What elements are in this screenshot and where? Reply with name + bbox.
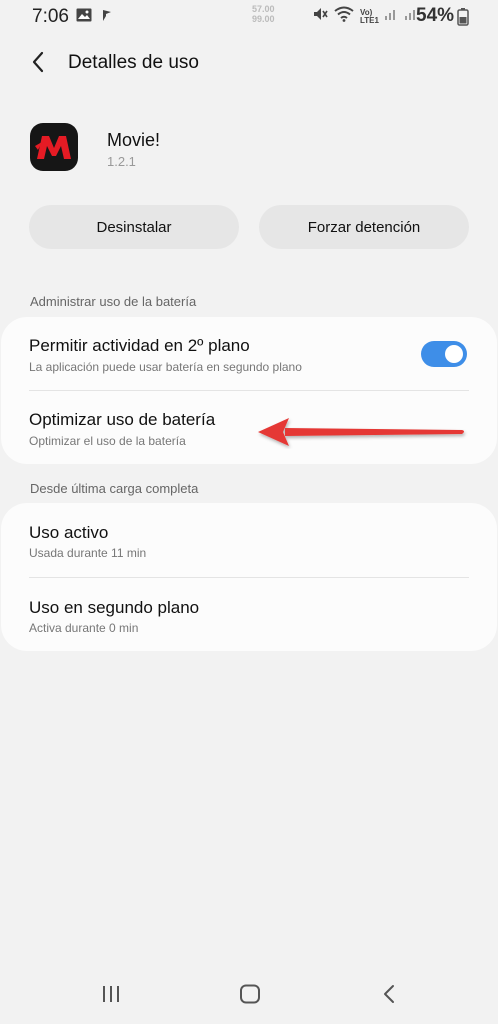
battery-percent: 54% — [416, 5, 455, 26]
home-icon — [239, 984, 261, 1009]
header: Detalles de uso — [0, 40, 498, 88]
signal-icon — [384, 7, 398, 26]
recents-icon — [101, 985, 121, 1008]
force-stop-button[interactable]: Forzar detención — [259, 205, 469, 249]
optimize-battery-title: Optimizar uso de batería — [29, 410, 216, 429]
background-usage-title: Uso en segundo plano — [29, 598, 200, 617]
app-name: Movie! — [107, 130, 161, 150]
uninstall-button[interactable]: Desinstalar — [29, 205, 239, 249]
recents-button[interactable] — [91, 982, 131, 1010]
wifi-icon — [334, 6, 354, 27]
toggle-knob — [443, 343, 465, 365]
network-speed: 57.00 99.00 — [252, 4, 275, 24]
background-usage-row[interactable]: Uso en segundo plano Activa durante 0 mi… — [1, 578, 497, 651]
status-right-icons: Vo) LTE1 — [312, 6, 418, 27]
navigation-bar — [0, 970, 498, 1024]
screen: 7:06 57.00 99.00 Vo) LTE1 54% Detalles d… — [0, 0, 498, 1024]
background-activity-subtitle: La aplicación puede usar batería en segu… — [29, 360, 302, 374]
optimize-battery-subtitle: Optimizar el uso de la batería — [29, 434, 186, 448]
background-activity-title: Permitir actividad en 2º plano — [29, 336, 250, 355]
active-usage-subtitle: Usada durante 11 min — [29, 546, 147, 560]
active-usage-row[interactable]: Uso activo Usada durante 11 min — [1, 503, 497, 576]
active-usage-title: Uso activo — [29, 523, 109, 542]
status-bar: 7:06 57.00 99.00 Vo) LTE1 54% — [0, 0, 498, 34]
usage-card: Uso activo Usada durante 11 min Uso en s… — [1, 503, 497, 651]
back-button[interactable] — [22, 50, 54, 78]
background-activity-row[interactable]: Permitir actividad en 2º plano La aplica… — [1, 317, 497, 390]
status-time: 7:06 — [32, 6, 69, 27]
red-arrow-annotation — [255, 415, 470, 454]
gallery-icon — [76, 8, 92, 27]
background-activity-toggle[interactable] — [421, 341, 467, 367]
speed-up: 57.00 — [252, 4, 275, 14]
flag-icon — [100, 8, 114, 27]
battery-section-label: Administrar uso de la batería — [30, 294, 197, 309]
home-button[interactable] — [230, 982, 270, 1010]
speed-down: 99.00 — [252, 14, 275, 24]
volte-label: Vo) LTE1 — [360, 7, 379, 25]
mute-icon — [312, 6, 328, 27]
nav-back-button[interactable] — [369, 982, 409, 1010]
since-charge-section-label: Desde última carga completa — [30, 481, 199, 496]
movie-app-icon — [30, 123, 78, 171]
back-icon — [382, 984, 396, 1009]
chevron-left-icon — [31, 51, 45, 78]
battery-icon — [457, 8, 469, 31]
app-version: 1.2.1 — [107, 154, 136, 169]
background-usage-subtitle: Activa durante 0 min — [29, 621, 139, 635]
page-title: Detalles de uso — [68, 52, 199, 73]
status-left-icons — [76, 8, 114, 27]
